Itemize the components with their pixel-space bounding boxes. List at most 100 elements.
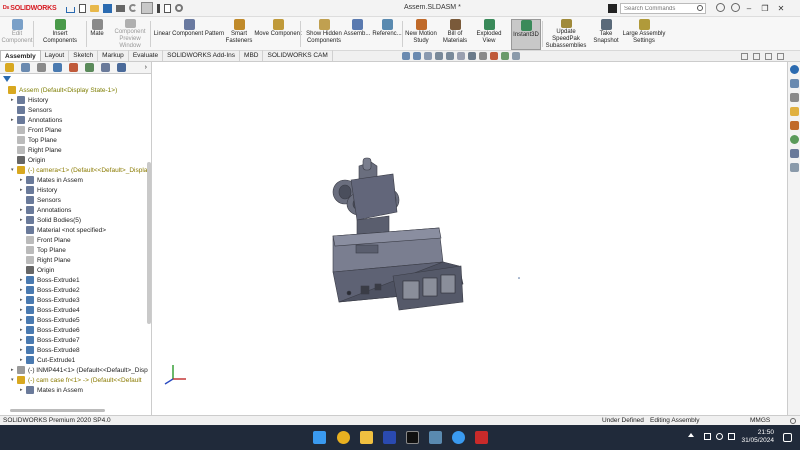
tree-item[interactable]: ▸ Boss-Extrude8 — [20, 345, 80, 355]
doc-restore-icon[interactable] — [753, 53, 760, 60]
powershell-icon[interactable] — [383, 431, 396, 444]
command-button-14[interactable]: Update SpeedPak Subassemblies — [543, 19, 589, 50]
command-button-0[interactable]: Edit Component — [1, 19, 33, 50]
cam-tree-tab-icon[interactable] — [101, 63, 110, 72]
tree-item[interactable]: ▸ Boss-Extrude2 — [20, 285, 80, 295]
command-button-10[interactable]: New Motion Study — [404, 19, 438, 50]
tree-horizontal-scrollbar[interactable] — [10, 409, 105, 412]
search-input[interactable] — [620, 3, 706, 14]
tab-solidworks-add-ins[interactable]: SOLIDWORKS Add-Ins — [163, 50, 241, 61]
status-help-icon[interactable] — [790, 418, 796, 424]
options-gear-icon[interactable] — [175, 4, 183, 12]
cam-operation-tab-icon[interactable] — [117, 63, 126, 72]
display-icon[interactable] — [704, 433, 711, 440]
tab-mbd[interactable]: MBD — [240, 50, 264, 61]
rebuild-icon[interactable] — [157, 3, 160, 13]
appearances-icon[interactable] — [790, 135, 799, 144]
network-icon[interactable] — [716, 433, 723, 440]
command-button-11[interactable]: Bill of Materials — [441, 19, 469, 50]
doc-close-icon[interactable] — [777, 53, 784, 60]
command-button-15[interactable]: Take Snapshot — [592, 19, 620, 50]
command-button-13[interactable]: Instant3D — [511, 19, 541, 50]
tree-item[interactable]: Right Plane — [20, 255, 71, 265]
tree-item[interactable]: ▸ History — [20, 185, 57, 195]
solidworks-taskbar-icon[interactable] — [475, 431, 488, 444]
tree-item[interactable]: ▸ Boss-Extrude5 — [20, 315, 80, 325]
tree-item[interactable]: Top Plane — [20, 245, 66, 255]
section-view-icon[interactable] — [435, 52, 443, 60]
view-settings-icon[interactable] — [512, 52, 520, 60]
tree-item[interactable]: ▾ (-) cam case fr<1> -> (Default<<Default — [11, 375, 142, 385]
property-manager-tab-icon[interactable] — [21, 63, 30, 72]
help-icon[interactable] — [731, 3, 740, 12]
search-icon[interactable] — [697, 5, 703, 11]
custom-properties-icon[interactable] — [790, 149, 799, 158]
search-scope-icon[interactable] — [608, 4, 617, 13]
tree-item[interactable]: ▸ (-) INMP441<1> (Default<<Default>_Displ… — [11, 365, 148, 375]
display-style-icon[interactable] — [468, 52, 476, 60]
help-taskbar-icon[interactable] — [452, 431, 465, 444]
forum-icon[interactable] — [790, 163, 799, 172]
tree-item[interactable]: Top Plane — [11, 135, 57, 145]
open-folder-icon[interactable] — [90, 4, 99, 12]
file-explorer-icon[interactable] — [790, 107, 799, 116]
apply-scene-icon[interactable] — [501, 52, 509, 60]
command-button-8[interactable]: Assemb... — [344, 19, 370, 50]
command-button-3[interactable]: Component Preview Window — [108, 19, 152, 50]
previous-view-icon[interactable] — [424, 52, 432, 60]
tab-layout[interactable]: Layout — [41, 50, 70, 61]
command-button-6[interactable]: Move Component — [254, 19, 302, 50]
design-library-icon[interactable] — [790, 93, 799, 102]
restore-button[interactable]: ❐ — [758, 3, 772, 14]
new-document-icon[interactable] — [79, 3, 86, 13]
view-orientation-icon[interactable] — [457, 52, 465, 60]
command-button-2[interactable]: Mate — [88, 19, 106, 50]
minimize-button[interactable]: – — [742, 3, 756, 14]
hide-show-items-icon[interactable] — [479, 52, 487, 60]
tree-item[interactable]: Material <not specified> — [20, 225, 106, 235]
command-button-16[interactable]: Large Assembly Settings — [621, 19, 667, 50]
solidworks-logo[interactable]: ᴰˢ SOLIDWORKS — [0, 0, 57, 17]
print-icon[interactable] — [116, 4, 125, 12]
tree-filter[interactable] — [0, 74, 151, 84]
dynamic-annotation-icon[interactable] — [446, 52, 454, 60]
tree-item[interactable]: ▸ Mates in Assem — [20, 175, 83, 185]
tray-overflow-icon[interactable] — [688, 433, 694, 437]
doc-tile-icon[interactable] — [741, 53, 748, 60]
tree-item[interactable]: Sensors — [20, 195, 61, 205]
view-palette-icon[interactable] — [790, 121, 799, 130]
zoom-to-area-icon[interactable] — [413, 52, 421, 60]
select-icon[interactable] — [141, 2, 153, 14]
photos-icon[interactable] — [429, 431, 442, 444]
command-button-4[interactable]: Linear Component Pattern — [152, 19, 226, 50]
tree-item[interactable]: ▸ Boss-Extrude1 — [20, 275, 80, 285]
tree-item[interactable]: Sensors — [11, 105, 52, 115]
tree-item[interactable]: ▸ Annotations — [20, 205, 71, 215]
save-icon[interactable] — [103, 3, 112, 13]
volume-icon[interactable] — [728, 433, 735, 440]
tree-item[interactable]: ▸ Boss-Extrude4 — [20, 305, 80, 315]
tree-item[interactable]: ▸ Annotations — [11, 115, 62, 125]
file-explorer-taskbar-icon[interactable] — [360, 431, 373, 444]
display-manager-tab-icon[interactable] — [69, 63, 78, 72]
cam-tab-icon[interactable] — [85, 63, 94, 72]
tab-solidworks-cam[interactable]: SOLIDWORKS CAM — [263, 50, 333, 61]
command-button-9[interactable]: Referenc... — [372, 19, 402, 50]
command-button-1[interactable]: Insert Components — [36, 19, 84, 50]
chrome-icon[interactable] — [337, 431, 350, 444]
tree-item[interactable]: ▸ Boss-Extrude7 — [20, 335, 80, 345]
configuration-manager-tab-icon[interactable] — [37, 63, 46, 72]
tree-vertical-scrollbar[interactable] — [147, 162, 151, 324]
notification-icon[interactable] — [783, 433, 792, 442]
tree-item[interactable]: ▸ Solid Bodies(5) — [20, 215, 81, 225]
tree-item[interactable]: Front Plane — [20, 235, 71, 245]
tree-item[interactable]: Origin — [20, 265, 54, 275]
feature-tree-tab-icon[interactable] — [5, 63, 14, 72]
tree-item[interactable]: Assem (Default<Display State-1>) — [2, 85, 117, 95]
tree-item[interactable]: ▾ (-) camera<1> (Default<<Default>_Displa… — [11, 165, 148, 175]
dimxpert-tab-icon[interactable] — [53, 63, 62, 72]
graphics-area[interactable] — [153, 62, 787, 415]
tree-item[interactable]: ▸ History — [11, 95, 48, 105]
tab-assembly[interactable]: Assembly — [0, 50, 41, 61]
tree-item[interactable]: Origin — [11, 155, 45, 165]
